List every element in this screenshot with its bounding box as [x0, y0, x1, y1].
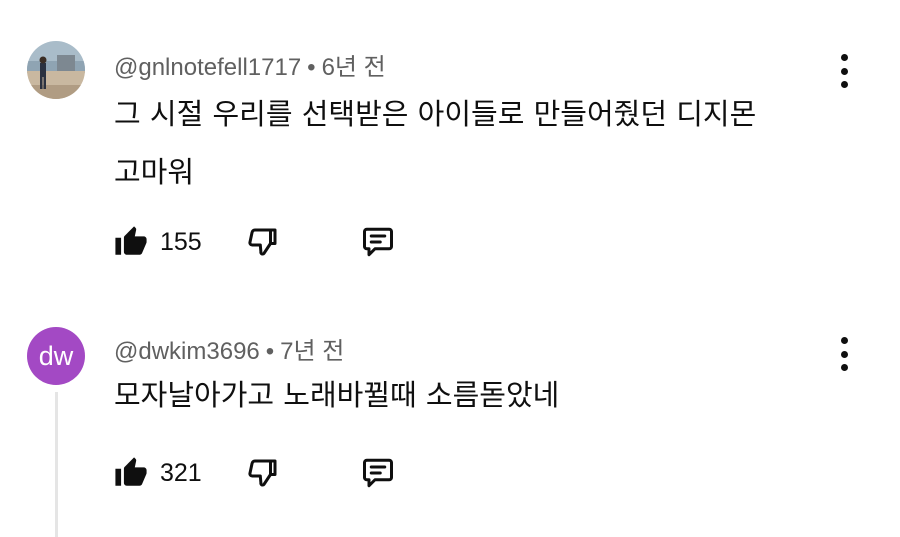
comment-text: 모자날아가고 노래바뀔때 소름돋았네 [114, 366, 814, 424]
avatar-photo [27, 41, 85, 99]
thumbs-up-icon [115, 457, 147, 486]
comment: dw @dwkim3696 • 7년 전 모자날아가고 노래바뀔때 소름돋았네 32… [0, 300, 900, 537]
comment-meta: @dwkim3696 • 7년 전 [114, 331, 344, 366]
dislike-button[interactable] [244, 224, 282, 264]
reply-icon [363, 227, 393, 257]
comment-text-line: 그 시절 우리를 선택받은 아이들로 만들어줬던 디지몬 [114, 97, 757, 131]
avatar-letters: dw [38, 340, 74, 371]
reply-icon [363, 458, 393, 488]
more-vert-icon[interactable] [832, 337, 856, 371]
comment: @gnlnotefell1717 • 6년 전 그 시절 우리를 선택받은 아이들로… [0, 0, 900, 300]
reply-button[interactable] [358, 224, 398, 264]
thumbs-down-icon [248, 459, 277, 487]
comment-text-line: 모자날아가고 노래바뀔때 소름돋았네 [114, 378, 560, 412]
avatar[interactable]: dw [27, 327, 85, 385]
comment-text: 그 시절 우리를 선택받은 아이들로 만들어줬던 디지몬 고마워 [114, 85, 814, 201]
author-name[interactable]: @gnlnotefell1717 [114, 54, 301, 81]
comment-meta: @gnlnotefell1717 • 6년 전 [114, 47, 386, 82]
comment-actions: 155 [114, 220, 393, 264]
comment-time[interactable]: 6년 전 [322, 54, 386, 81]
like-count: 155 [160, 227, 202, 256]
like-count: 321 [160, 458, 202, 487]
author-name[interactable]: @dwkim3696 [114, 338, 260, 365]
comment-time[interactable]: 7년 전 [280, 338, 344, 365]
like-button[interactable]: 155 [114, 225, 202, 259]
meta-separator: • [265, 338, 275, 365]
reply-button[interactable] [358, 455, 398, 495]
comment-actions: 321 [114, 451, 393, 495]
thumbs-down-icon [248, 228, 277, 256]
comment-text-line: 고마워 [114, 155, 195, 189]
thread-line [55, 392, 58, 537]
avatar[interactable] [27, 41, 85, 99]
thumbs-up-icon [115, 226, 147, 255]
dislike-button[interactable] [244, 455, 282, 495]
like-button[interactable]: 321 [114, 456, 202, 490]
more-vert-icon[interactable] [832, 54, 856, 88]
meta-separator: • [307, 54, 316, 81]
